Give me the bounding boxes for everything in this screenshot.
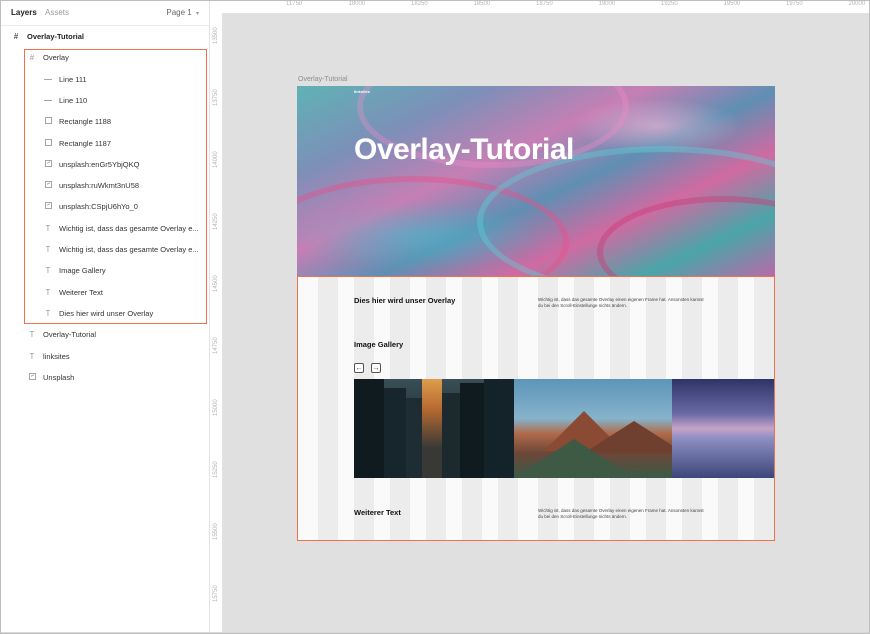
layers-panel: Layers Assets Page 1 ▾ # Overlay-Tutorial…: [1, 1, 210, 632]
line-icon: [43, 96, 53, 105]
hero-image[interactable]: linksites Overlay-Tutorial: [297, 86, 775, 276]
image-icon: [27, 372, 37, 382]
layer-label: Unsplash: [43, 372, 75, 382]
ruler-tick: 19750: [786, 1, 803, 7]
tab-assets[interactable]: Assets: [45, 8, 69, 17]
ruler-tick: 15000: [213, 399, 219, 416]
layer-label: unsplash:enGr5YbjQKQ: [59, 159, 140, 169]
text-icon: T: [45, 266, 51, 276]
frame-icon: #: [29, 53, 35, 63]
gallery-image-lake[interactable]: [672, 379, 774, 478]
layer-label: Image Gallery: [59, 266, 106, 276]
layer-label: unsplash:CSpjU6hYo_0: [59, 202, 138, 212]
frame-label[interactable]: Overlay-Tutorial: [298, 76, 348, 83]
ruler-tick: 14750: [213, 337, 219, 354]
layer-label: Dies hier wird unser Overlay: [59, 308, 154, 318]
rectangle-icon: [43, 138, 53, 148]
layer-label: Rectangle 1188: [59, 117, 111, 127]
ruler-tick: 14250: [213, 213, 219, 230]
image-gallery: [354, 379, 774, 478]
layer-row[interactable]: T Overlay-Tutorial: [1, 324, 235, 345]
layer-label: Wichtig ist, dass das gesamte Overlay e.…: [59, 223, 199, 233]
ruler-tick: 13500: [213, 27, 219, 44]
image-icon: [43, 181, 53, 190]
gallery-title: Image Gallery: [354, 340, 404, 349]
text-icon: T: [29, 330, 35, 340]
next-arrow-button[interactable]: →: [371, 363, 381, 373]
layer-label: Overlay: [43, 53, 69, 63]
ruler-tick: 11750: [286, 1, 303, 7]
text-icon: T: [29, 351, 35, 361]
image-icon: [43, 159, 53, 169]
line-icon: [43, 75, 53, 84]
frame-icon: #: [13, 32, 19, 41]
text-icon: T: [45, 287, 51, 297]
ruler-tick: 15500: [213, 523, 219, 540]
more-text-heading: Weiterer Text: [354, 508, 401, 517]
text-icon: T: [45, 245, 51, 254]
ruler-tick: 20000: [848, 1, 866, 7]
gallery-image-city[interactable]: [354, 379, 514, 478]
layer-label: linksites: [43, 351, 70, 361]
prev-arrow-button[interactable]: ←: [354, 363, 364, 373]
text-icon: T: [45, 223, 51, 233]
layer-label: Rectangle 1187: [59, 138, 111, 148]
layer-label: Wichtig ist, dass das gesamte Overlay e.…: [59, 245, 199, 254]
chevron-down-icon: ▾: [195, 11, 199, 17]
overlay-body-1: Wichtig ist, dass das gesamte Overlay ei…: [538, 297, 704, 308]
overlay-frame[interactable]: Dies hier wird unser Overlay Wichtig ist…: [297, 276, 775, 541]
hero-title: Overlay-Tutorial: [354, 133, 574, 166]
rectangle-icon: [43, 117, 53, 126]
design-frame[interactable]: linksites Overlay-Tutorial Dies hier wir…: [297, 86, 775, 541]
ruler-tick: 19250: [661, 1, 678, 7]
ruler-tick: 14500: [213, 275, 219, 292]
ruler-left: 13500 13750 14000 14250 14500 14750 15000 15250…: [210, 13, 223, 632]
ruler-tick: 15250: [213, 461, 219, 478]
layer-row[interactable]: Tlinksites: [1, 346, 235, 367]
panel-tabs: Layers Assets Page 1 ▾: [1, 1, 209, 26]
ruler-tick: 18000: [348, 1, 366, 7]
ruler-tick: 18500: [473, 1, 491, 7]
ruler-tick: 14000: [213, 151, 219, 168]
layer-label: Line 110: [59, 95, 88, 105]
ruler-tick: 18750: [536, 1, 553, 7]
layer-row[interactable]: # Overlay: [1, 47, 235, 68]
gallery-image-mountain[interactable]: [514, 379, 684, 478]
page-selector-label: Page 1: [166, 8, 192, 17]
ruler-tick: 19500: [723, 1, 741, 7]
overlay-body-2: Wichtig ist, dass das gesamte Overlay ei…: [538, 508, 704, 519]
layer-label: Weiterer Text: [59, 287, 103, 297]
ruler-tick: 15750: [213, 585, 219, 602]
hero-logo: linksites: [354, 89, 371, 94]
layer-label: unsplash:ruWkmt3nU58: [59, 181, 140, 191]
image-icon: [43, 202, 53, 211]
text-icon: T: [45, 308, 51, 318]
page-selector[interactable]: Page 1 ▾: [166, 8, 199, 17]
ruler-tick: 18250: [411, 1, 428, 7]
ruler-tick: 13750: [213, 89, 219, 106]
layer-label: Overlay-Tutorial: [27, 32, 84, 41]
layer-row[interactable]: # Overlay-Tutorial: [1, 26, 219, 47]
layer-label: Line 111: [59, 74, 87, 84]
tab-layers[interactable]: Layers: [11, 8, 37, 17]
layer-row[interactable]: Unsplash: [1, 367, 235, 388]
layer-label: Overlay-Tutorial: [43, 330, 97, 340]
ruler-top: 11750 18000 18250 18500 18750 19000 19250 19500…: [210, 1, 869, 14]
overlay-heading: Dies hier wird unser Overlay: [354, 296, 456, 305]
ruler-tick: 19000: [598, 1, 616, 7]
